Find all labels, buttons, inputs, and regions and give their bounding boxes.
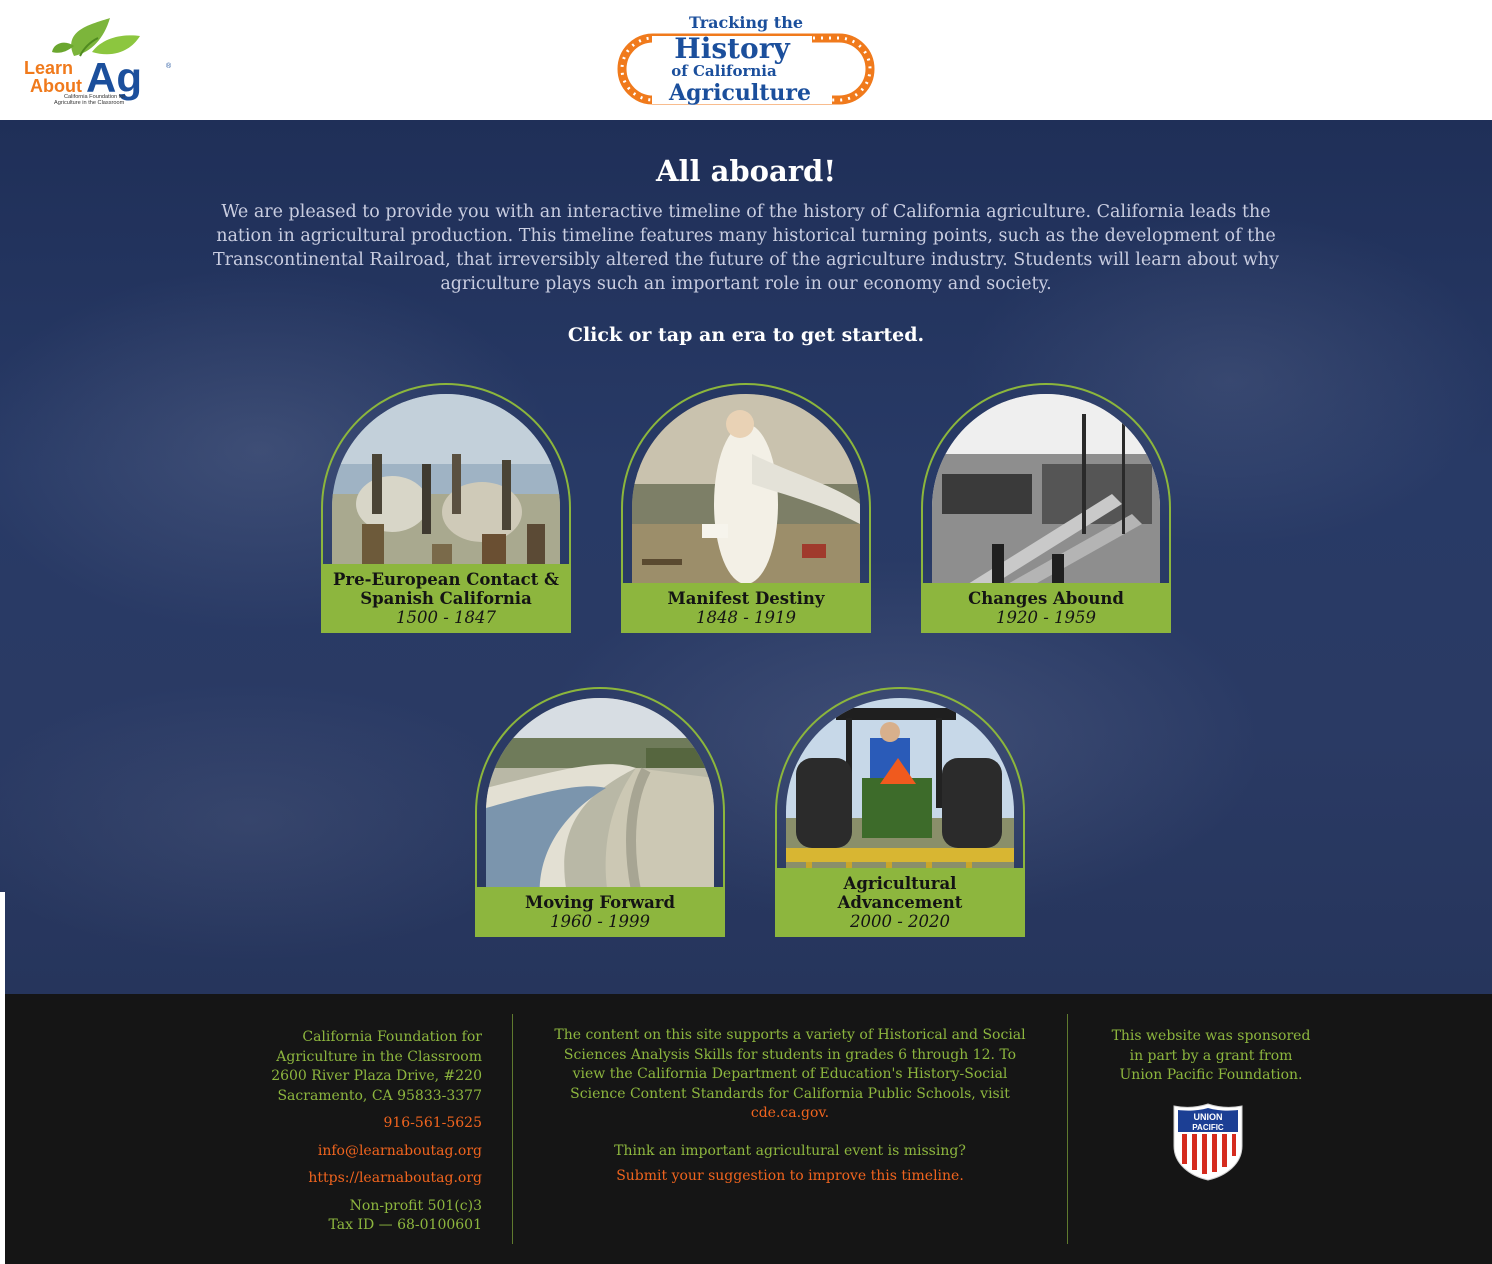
svg-text:History: History	[674, 32, 790, 65]
intro-line: nation in agricultural production. This …	[216, 226, 1276, 246]
phone-link[interactable]: 916-561-5625	[155, 1114, 482, 1134]
svg-text:UNION: UNION	[1194, 1112, 1223, 1122]
era-label: Moving Forward 1960 - 1999	[475, 887, 725, 937]
address-line: 2600 River Plaza Drive, #220	[271, 1068, 482, 1084]
union-pacific-shield-icon[interactable]: UNION PACIFIC	[1170, 1102, 1246, 1182]
svg-text:®: ®	[166, 62, 172, 70]
era-label: Agricultural Advancement 2000 - 2020	[775, 868, 1025, 937]
era-card-changes-abound[interactable]: Changes Abound 1920 - 1959	[921, 383, 1171, 633]
site-header: Learn About Ag ® California Foundation f…	[0, 0, 1492, 120]
svg-text:About: About	[30, 76, 82, 96]
svg-text:PACIFIC: PACIFIC	[1192, 1123, 1224, 1132]
tracking-history-logo[interactable]: Tracking the History of California Agric…	[612, 10, 880, 110]
call-to-action: Click or tap an era to get started.	[567, 324, 925, 346]
svg-text:Tracking the: Tracking the	[689, 13, 803, 32]
intro-line: We are pleased to provide you with an in…	[221, 202, 1271, 222]
era-label: Manifest Destiny 1848 - 1919	[621, 583, 871, 633]
intro-line: agriculture plays such an important role…	[440, 274, 1052, 294]
standards-line: The content on this site supports a vari…	[554, 1027, 1026, 1043]
address-line: Sacramento, CA 95833-3377	[277, 1087, 482, 1104]
era-card-moving-forward[interactable]: Moving Forward 1960 - 1999	[475, 687, 725, 937]
svg-text:Learn: Learn	[24, 58, 73, 78]
footer-divider	[1067, 1014, 1068, 1244]
intro-line: Transcontinental Railroad, that irrevers…	[212, 250, 1280, 270]
footer-divider	[512, 1014, 513, 1244]
learn-about-ag-logo[interactable]: Learn About Ag ® California Foundation f…	[22, 12, 182, 108]
sponsor-line: Union Pacific Foundation.	[1119, 1067, 1303, 1083]
org-name-line: Agriculture in the Classroom	[276, 1048, 482, 1065]
tax-id-line: Tax ID — 68-0100601	[328, 1217, 483, 1233]
intro-paragraph: We are pleased to provide you with an in…	[196, 200, 1296, 296]
standards-line: view the California Department of Educat…	[572, 1066, 1008, 1082]
era-card-manifest-destiny[interactable]: Manifest Destiny 1848 - 1919	[621, 383, 871, 633]
site-footer: California Foundation for Agriculture in…	[5, 994, 1492, 1264]
svg-text:of California: of California	[671, 62, 777, 80]
page-title: All aboard!	[655, 154, 837, 188]
missing-event-prompt: Think an important agricultural event is…	[614, 1142, 966, 1159]
era-card-pre-european[interactable]: Pre-European Contact & Spanish Californi…	[321, 383, 571, 633]
footer-sponsor: This website was sponsored in part by a …	[1091, 1027, 1331, 1086]
footer-contact: California Foundation for Agriculture in…	[155, 1028, 482, 1236]
era-label: Changes Abound 1920 - 1959	[921, 583, 1171, 633]
suggestion-link[interactable]: Submit your suggestion to improve this t…	[550, 1167, 1030, 1187]
hero-edge	[0, 892, 5, 994]
svg-text:Agriculture: Agriculture	[668, 80, 811, 106]
era-label: Pre-European Contact & Spanish Californi…	[321, 564, 571, 633]
sponsor-line: This website was sponsored	[1111, 1028, 1311, 1044]
standards-line: Science Content Standards for California…	[570, 1085, 1010, 1102]
nonprofit-line: Non-profit 501(c)3	[349, 1197, 482, 1214]
standards-line: Sciences Analysis Skills for students in…	[563, 1046, 1017, 1063]
website-link[interactable]: https://learnaboutag.org	[155, 1169, 482, 1189]
org-name-line: California Foundation for	[302, 1029, 482, 1045]
era-card-agricultural-advancement[interactable]: Agricultural Advancement 2000 - 2020	[775, 687, 1025, 937]
cde-link[interactable]: cde.ca.gov.	[550, 1104, 1030, 1124]
email-link[interactable]: info@learnaboutag.org	[155, 1142, 482, 1162]
sponsor-line: in part by a grant from	[1129, 1047, 1293, 1064]
footer-standards: The content on this site supports a vari…	[550, 1026, 1030, 1187]
svg-text:Agriculture in the Classroom: Agriculture in the Classroom	[54, 100, 125, 106]
